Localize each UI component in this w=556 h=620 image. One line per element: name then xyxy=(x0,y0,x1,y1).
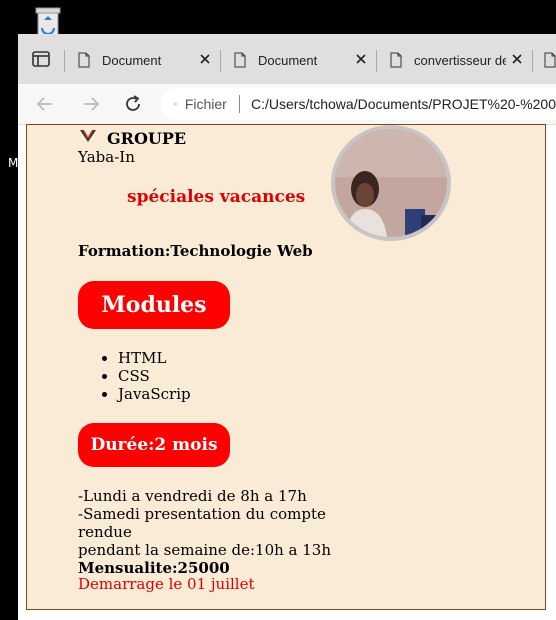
close-icon[interactable] xyxy=(354,52,368,66)
tab-convertisseur[interactable]: convertisseur de xyxy=(388,42,532,78)
avatar xyxy=(331,125,451,241)
tab-title: Document xyxy=(258,52,318,68)
modules-list: HTML CSS JavaScrip xyxy=(78,349,191,403)
address-bar[interactable]: Fichier C:/Users/tchowa/Documents/PROJET… xyxy=(160,88,556,120)
list-item: CSS xyxy=(118,367,191,385)
tab-actions-icon[interactable] xyxy=(28,46,54,72)
back-arrow-icon[interactable] xyxy=(34,93,56,115)
schedule-line: -Samedi presentation du compte rendue xyxy=(78,505,326,541)
logo-icon xyxy=(80,129,96,142)
browser-toolbar: Fichier C:/Users/tchowa/Documents/PROJET… xyxy=(18,84,556,125)
forward-arrow-icon[interactable] xyxy=(80,93,102,115)
info-icon[interactable] xyxy=(174,96,177,112)
modules-heading: Modules xyxy=(78,281,230,329)
schedule-line: -Lundi a vendredi de 8h a 17h xyxy=(78,487,307,505)
page-content: GROUPE Yaba-In spéciales vacances Format… xyxy=(26,124,546,610)
document-icon xyxy=(390,52,402,68)
scheme-label: Fichier xyxy=(184,96,227,112)
list-item: JavaScrip xyxy=(118,385,191,403)
list-item: HTML xyxy=(118,349,191,367)
schedule-block: -Lundi a vendredi de 8h a 17h -Samedi pr… xyxy=(78,487,348,577)
tab-bar: Document Document convertisseur de xyxy=(18,34,556,84)
brand-subtitle: Yaba-In xyxy=(78,148,135,166)
promo-heading: spéciales vacances xyxy=(127,187,306,207)
tab-title: Document xyxy=(102,52,162,68)
tab-title: convertisseur de xyxy=(414,52,506,68)
desktop-label-fragment: M xyxy=(8,156,19,170)
brand-name: GROUPE xyxy=(107,129,187,148)
start-date: Demarrage le 01 juillet xyxy=(78,575,255,593)
browser-window: Document Document convertisseur de Fichi… xyxy=(18,34,556,620)
refresh-icon[interactable] xyxy=(122,93,144,115)
document-icon[interactable] xyxy=(542,52,556,68)
document-icon xyxy=(78,52,90,68)
url-text[interactable]: C:/Users/tchowa/Documents/PROJET%20-%200 xyxy=(251,96,556,112)
close-icon[interactable] xyxy=(510,52,524,66)
close-icon[interactable] xyxy=(198,52,212,66)
schedule-line: pendant la semaine de:10h a 13h xyxy=(78,541,332,559)
tab-document-2[interactable]: Document xyxy=(232,42,376,78)
duree-heading: Durée:2 mois xyxy=(78,423,230,467)
tab-document-1[interactable]: Document xyxy=(76,42,220,78)
formation-title: Formation:Technologie Web xyxy=(78,242,313,260)
document-icon xyxy=(234,52,246,68)
